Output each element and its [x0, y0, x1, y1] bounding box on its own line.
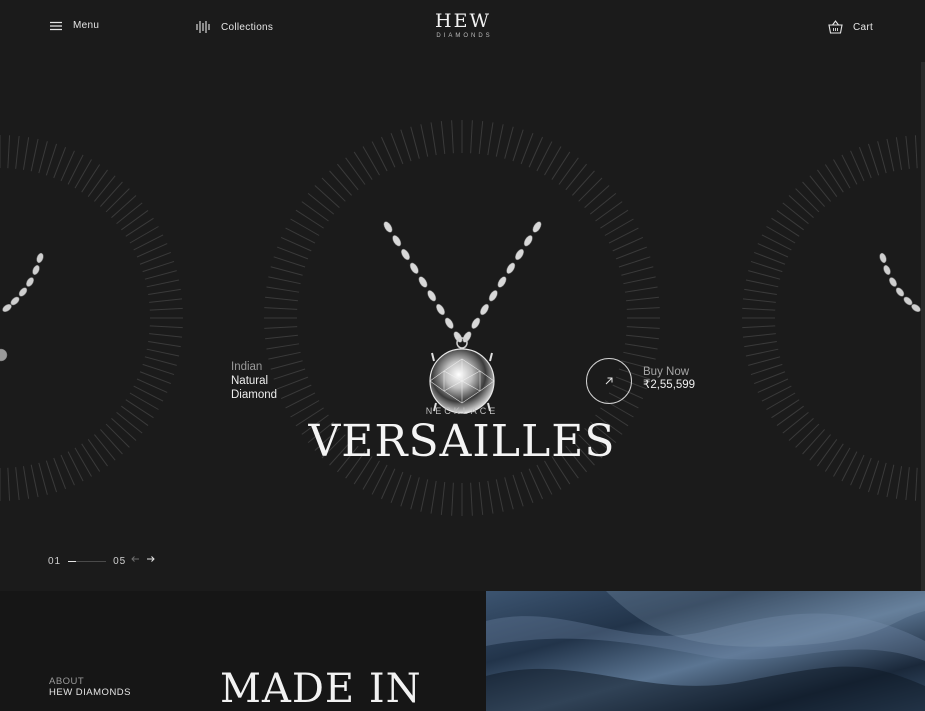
- buy-now-info[interactable]: Buy Now ₹2,55,599: [643, 366, 695, 392]
- origin-line-1: Indian: [231, 361, 263, 373]
- satin-fabric-image: [486, 591, 925, 711]
- menu-button[interactable]: Menu: [49, 20, 99, 31]
- site-header: Menu Collections HEW DIAMONDS Cart: [0, 0, 925, 56]
- about-eyebrow: ABOUT HEW DIAMONDS: [49, 676, 131, 698]
- cart-label: Cart: [853, 21, 874, 33]
- page-scrollbar[interactable]: [921, 62, 925, 592]
- brand-logo[interactable]: HEW DIAMONDS: [408, 10, 518, 40]
- arrow-right-icon: [147, 556, 155, 562]
- collections-button[interactable]: Collections: [195, 20, 273, 34]
- next-necklace-image: [879, 252, 921, 313]
- collections-label: Collections: [221, 21, 274, 33]
- about-section: ABOUT HEW DIAMONDS MADE IN: [0, 591, 486, 711]
- origin-line-2: Natural: [231, 375, 269, 387]
- prev-slide-button[interactable]: [131, 555, 140, 566]
- product-price: ₹2,55,599: [643, 379, 696, 391]
- product-category: NECKLACE: [425, 406, 499, 416]
- slide-progress-fill: [68, 561, 76, 562]
- product-title: VERSAILLES: [308, 416, 616, 467]
- buy-now-button[interactable]: [586, 358, 632, 404]
- slide-counter: 01 05: [48, 556, 126, 567]
- collections-icon: [196, 21, 210, 33]
- about-brand: HEW DIAMONDS: [49, 687, 131, 698]
- origin-line-3: Diamond: [231, 389, 278, 401]
- slide-progress-track: [68, 561, 107, 562]
- about-heading: MADE IN: [220, 666, 422, 711]
- next-slide-button[interactable]: [146, 555, 155, 566]
- hamburger-icon: [50, 21, 62, 30]
- menu-label: Menu: [73, 20, 100, 31]
- basket-icon: [828, 20, 843, 34]
- hero-slider: Indian Natural Diamond Buy Now ₹2,55,599…: [0, 56, 925, 591]
- cart-button[interactable]: Cart: [828, 20, 873, 34]
- logo-subtitle: DIAMONDS: [436, 33, 493, 39]
- slide-current: 01: [48, 556, 62, 567]
- arrow-up-right-icon: [605, 377, 613, 385]
- logo-wordmark: HEW: [435, 10, 491, 32]
- arrow-left-icon: [131, 556, 139, 562]
- previous-necklace-image: [0, 252, 44, 362]
- origin-label: Indian Natural Diamond: [231, 360, 277, 402]
- about-label: ABOUT: [49, 676, 85, 687]
- slide-total: 05: [113, 556, 127, 567]
- buy-now-label: Buy Now: [643, 366, 690, 378]
